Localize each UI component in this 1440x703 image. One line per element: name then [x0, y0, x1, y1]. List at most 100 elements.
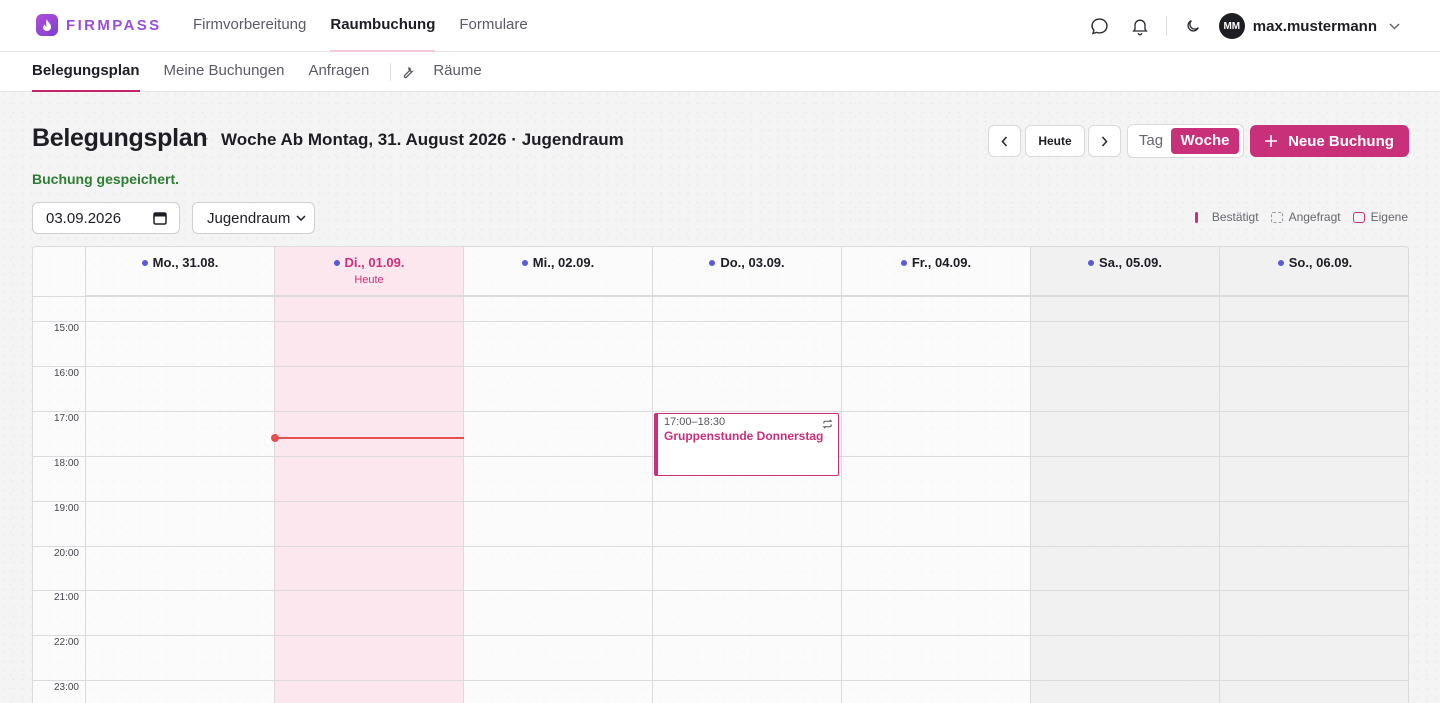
- subnav-belegungsplan[interactable]: Belegungsplan: [32, 52, 140, 92]
- confirmed-marker-icon: [1194, 211, 1198, 223]
- hour-label: 21:00: [53, 592, 79, 603]
- grid-line: [33, 590, 1408, 591]
- room-select[interactable]: Jugendraum: [192, 202, 315, 234]
- day-header: Fr., 04.09.: [842, 247, 1030, 296]
- own-marker-icon: [1352, 211, 1365, 223]
- legend-requested: Angefragt: [1270, 210, 1341, 224]
- main-nav: Firmvorbereitung Raumbuchung Formulare: [193, 0, 552, 52]
- chevron-right-icon: [1101, 135, 1108, 147]
- user-area: MM max.mustermann: [1086, 12, 1400, 40]
- divider: [390, 63, 392, 81]
- page-title: Belegungsplan: [32, 124, 208, 152]
- subnav-raeume[interactable]: Räume: [433, 52, 481, 92]
- date-input[interactable]: 03.09.2026: [32, 202, 180, 234]
- week-calendar: Mo., 31.08. Di., 01.09. Heute Mi., 02.09…: [32, 246, 1409, 703]
- legend: Bestätigt Angefragt Eigene: [1183, 210, 1408, 224]
- requested-marker-icon: [1270, 211, 1283, 223]
- hour-label: 17:00: [53, 413, 79, 424]
- legend-confirmed-label: Bestätigt: [1211, 210, 1259, 224]
- day-header: Di., 01.09. Heute: [275, 247, 463, 296]
- nav-formulare[interactable]: Formulare: [459, 0, 527, 52]
- view-week-button[interactable]: Woche: [1171, 128, 1239, 154]
- divider: [1165, 16, 1167, 36]
- bell-icon[interactable]: [1126, 12, 1154, 40]
- today-button[interactable]: Heute: [1025, 125, 1085, 157]
- day-header: Mo., 31.08.: [86, 247, 274, 296]
- day-label: Sa., 05.09.: [1099, 255, 1162, 270]
- new-booking-label: Neue Buchung: [1288, 132, 1394, 150]
- previous-week-button[interactable]: [988, 125, 1021, 157]
- day-label: Fr., 04.09.: [911, 255, 972, 270]
- nav-firmvorbereitung[interactable]: Firmvorbereitung: [193, 0, 306, 52]
- view-day-button[interactable]: Tag: [1131, 128, 1171, 154]
- day-header: Do., 03.09.: [653, 247, 841, 296]
- hour-label: 15:00: [53, 323, 79, 334]
- day-label: Do., 03.09.: [720, 255, 785, 270]
- day-dot-icon: [1277, 259, 1284, 266]
- day-dot-icon: [709, 259, 716, 266]
- day-header: So., 06.09.: [1220, 247, 1408, 296]
- today-sublabel: Heute: [354, 274, 384, 286]
- username[interactable]: max.mustermann: [1253, 18, 1377, 35]
- legend-own: Eigene: [1352, 210, 1408, 224]
- next-week-button[interactable]: [1088, 125, 1121, 157]
- plus-icon: [1265, 135, 1278, 147]
- day-header: Sa., 05.09.: [1031, 247, 1219, 296]
- grid-line: [33, 366, 1408, 367]
- logo-mark-icon: [36, 14, 58, 36]
- chevron-left-icon: [1001, 135, 1008, 147]
- booking-event[interactable]: 17:00–18:30 Gruppenstunde Donnerstag: [654, 413, 839, 476]
- date-value: 03.09.2026: [46, 209, 122, 227]
- current-time-dot: [271, 434, 279, 442]
- grid-line: [33, 635, 1408, 636]
- grid-line: [33, 321, 1408, 322]
- hour-label: 20:00: [53, 548, 79, 559]
- room-select-value: Jugendraum: [207, 209, 291, 227]
- chevron-down-icon[interactable]: [1389, 22, 1400, 30]
- day-header: Mi., 02.09.: [464, 247, 652, 296]
- repeat-icon: [822, 416, 833, 434]
- subnav-meine-buchungen[interactable]: Meine Buchungen: [164, 52, 285, 92]
- day-dot-icon: [521, 259, 528, 266]
- view-toggle: Tag Woche: [1127, 124, 1244, 158]
- hour-label: 16:00: [53, 368, 79, 379]
- day-dot-icon: [333, 259, 340, 266]
- day-label: Mo., 31.08.: [152, 255, 219, 270]
- day-label: Di., 01.09.: [344, 255, 405, 270]
- legend-own-label: Eigene: [1370, 210, 1408, 224]
- grid-line: [33, 296, 1408, 297]
- nav-raumbuchung[interactable]: Raumbuchung: [330, 0, 436, 52]
- chevron-down-icon: [296, 215, 306, 221]
- day-dot-icon: [141, 259, 148, 266]
- day-dot-icon: [900, 259, 907, 266]
- top-bar: FIRMPASS Firmvorbereitung Raumbuchung Fo…: [0, 0, 1440, 52]
- subnav-anfragen[interactable]: Anfragen: [308, 52, 369, 92]
- dark-mode-moon-icon[interactable]: [1179, 12, 1207, 40]
- logo[interactable]: FIRMPASS: [36, 14, 162, 36]
- grid-line: [33, 546, 1408, 547]
- current-time-line: [275, 437, 464, 439]
- day-dot-icon: [1088, 259, 1095, 266]
- grid-line: [33, 411, 1408, 412]
- grid-line: [33, 680, 1408, 681]
- page-subtitle: Woche Ab Montag, 31. August 2026 · Jugen…: [221, 130, 624, 149]
- day-label: Mi., 02.09.: [532, 255, 595, 270]
- avatar[interactable]: MM: [1218, 13, 1245, 39]
- legend-confirmed: Bestätigt: [1194, 210, 1259, 224]
- hour-label: 23:00: [53, 682, 79, 693]
- legend-requested-label: Angefragt: [1288, 210, 1341, 224]
- status-message: Buchung gespeichert.: [32, 171, 180, 187]
- grid-line: [33, 501, 1408, 502]
- hour-label: 22:00: [53, 637, 79, 648]
- event-time: 17:00–18:30: [664, 416, 726, 428]
- chat-icon[interactable]: [1086, 12, 1114, 40]
- wrench-icon: [400, 65, 415, 80]
- event-title: Gruppenstunde Donnerstag: [664, 429, 824, 443]
- logo-text: FIRMPASS: [66, 16, 162, 34]
- day-label: So., 06.09.: [1288, 255, 1353, 270]
- hour-label: 18:00: [53, 458, 79, 469]
- sub-nav: Belegungsplan Meine Buchungen Anfragen R…: [0, 52, 1440, 92]
- title-separator: ·: [205, 131, 209, 145]
- new-booking-button[interactable]: Neue Buchung: [1250, 125, 1409, 157]
- calendar-icon: [153, 212, 167, 225]
